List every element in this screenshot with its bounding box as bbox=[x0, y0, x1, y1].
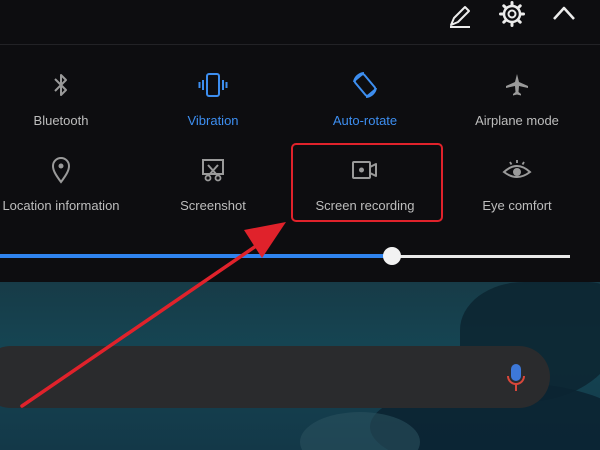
microphone-icon[interactable] bbox=[504, 361, 528, 395]
location-pin-icon bbox=[0, 156, 136, 184]
tile-vibration[interactable]: Vibration bbox=[138, 71, 288, 141]
header-divider bbox=[0, 44, 600, 45]
tile-label: Eye comfort bbox=[482, 198, 552, 213]
settings-gear-icon[interactable] bbox=[498, 0, 526, 28]
collapse-chevron-icon[interactable] bbox=[550, 0, 578, 28]
tile-bluetooth[interactable]: Bluetooth bbox=[0, 71, 136, 141]
brightness-track bbox=[392, 255, 570, 258]
brightness-track-fill bbox=[0, 254, 392, 258]
quick-settings-header bbox=[0, 0, 600, 44]
screen-recording-highlight-box bbox=[291, 143, 443, 222]
tile-auto-rotate[interactable]: Auto-rotate bbox=[290, 71, 440, 141]
tile-label: Airplane mode bbox=[475, 113, 559, 128]
tile-location-information[interactable]: Location information bbox=[0, 156, 136, 226]
tile-airplane-mode[interactable]: Airplane mode bbox=[442, 71, 592, 141]
edit-pencil-icon[interactable] bbox=[446, 2, 474, 30]
quick-settings-panel: Bluetooth Vibration Auto-rotate Airplane… bbox=[0, 0, 600, 282]
airplane-icon bbox=[442, 71, 592, 99]
eye-icon bbox=[442, 156, 592, 184]
bluetooth-icon bbox=[0, 71, 136, 99]
auto-rotate-icon bbox=[290, 71, 440, 99]
screenshot-icon bbox=[138, 156, 288, 184]
vibration-icon bbox=[138, 71, 288, 99]
tile-screenshot[interactable]: Screenshot bbox=[138, 156, 288, 226]
brightness-slider[interactable] bbox=[0, 236, 600, 276]
brightness-slider-thumb[interactable] bbox=[383, 247, 401, 265]
search-bar[interactable] bbox=[0, 346, 550, 408]
tile-eye-comfort[interactable]: Eye comfort bbox=[442, 156, 592, 226]
